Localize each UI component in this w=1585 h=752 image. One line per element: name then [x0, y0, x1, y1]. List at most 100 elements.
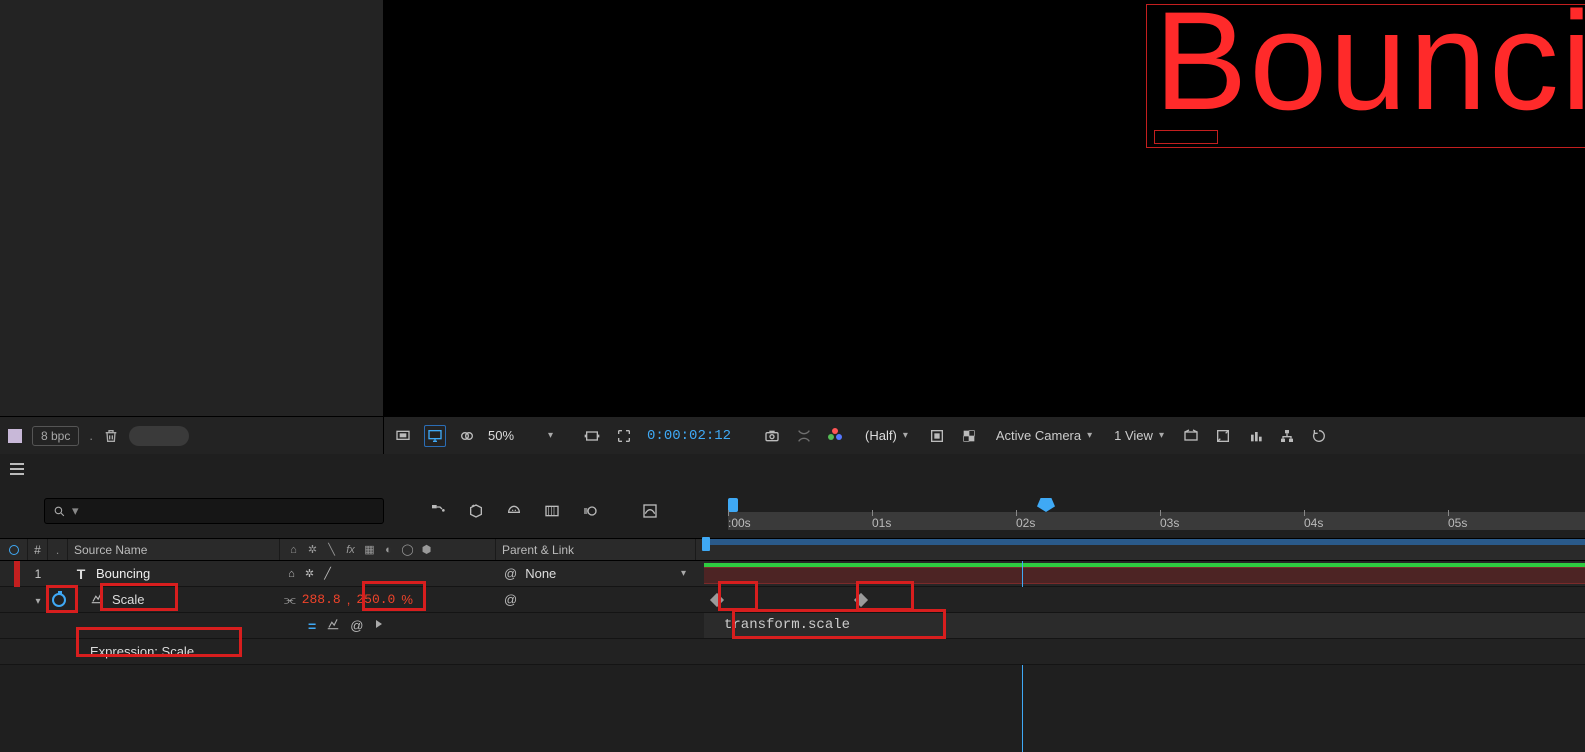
- work-area-bar[interactable]: [696, 539, 1585, 560]
- keyframe-diamond[interactable]: [710, 593, 724, 607]
- canvas-text-layer[interactable]: Bouncing: [1154, 0, 1585, 142]
- col-av-header[interactable]: [0, 539, 28, 560]
- expression-text[interactable]: transform.scale: [724, 617, 850, 633]
- ruler-tick[interactable]: 01s: [872, 516, 891, 530]
- stopwatch-icon: [52, 593, 66, 607]
- graph-icon[interactable]: [90, 591, 104, 608]
- scale-x-value[interactable]: 288.8: [302, 592, 341, 607]
- shy-switch[interactable]: ⌂: [284, 566, 299, 581]
- channel-icon[interactable]: [825, 425, 847, 447]
- current-time-indicator[interactable]: [1035, 498, 1057, 516]
- ruler-tick[interactable]: 05s: [1448, 516, 1467, 530]
- bit-depth-swatch[interactable]: [8, 429, 22, 443]
- shy-switch-header-icon[interactable]: ⌂: [286, 542, 301, 557]
- layer-index: 1: [35, 567, 42, 581]
- zoom-level[interactable]: 50%: [488, 428, 538, 443]
- collapse-switch-header-icon[interactable]: ✲: [305, 542, 320, 557]
- current-timecode[interactable]: 0:00:02:12: [645, 428, 733, 444]
- property-scale-label[interactable]: Scale: [112, 592, 145, 607]
- col-index-header[interactable]: #: [34, 543, 41, 557]
- parent-value[interactable]: None: [525, 566, 556, 581]
- show-snapshot-icon[interactable]: [793, 425, 815, 447]
- motion-blur-icon[interactable]: [578, 499, 602, 523]
- col-label-header[interactable]: .: [48, 539, 68, 560]
- frame-blend-icon[interactable]: [540, 499, 564, 523]
- motion-blur-header-icon[interactable]: ◐: [381, 542, 396, 557]
- panel-divider-bar[interactable]: [0, 454, 1585, 484]
- time-ruler[interactable]: :00s 01s 02s 03s 04s 05s: [720, 484, 1585, 538]
- roi-icon[interactable]: [613, 425, 635, 447]
- layer-name[interactable]: Bouncing: [96, 566, 150, 581]
- layer-duration-bar[interactable]: [704, 567, 1585, 584]
- flowchart-icon[interactable]: [1276, 425, 1298, 447]
- ruler-tick[interactable]: :00s: [728, 516, 751, 530]
- ruler-tick[interactable]: 03s: [1160, 516, 1179, 530]
- chevron-down-icon[interactable]: ▾: [548, 430, 553, 441]
- expression-label[interactable]: Expression: Scale: [90, 644, 194, 659]
- pixel-aspect-icon[interactable]: [1212, 425, 1234, 447]
- search-divider: ▾: [72, 503, 79, 519]
- layer-label-color[interactable]: [14, 561, 20, 587]
- col-source-name-header[interactable]: Source Name: [74, 543, 147, 557]
- composition-preview-panel: Bouncing 50% ▾ 0:00:02:12 (Half) ▾: [384, 0, 1585, 454]
- ruler-tick[interactable]: 02s: [1016, 516, 1035, 530]
- scale-keyframe-track[interactable]: [696, 587, 1585, 612]
- resolution-dropdown[interactable]: (Half) ▾: [857, 426, 916, 445]
- property-pickwhip-icon[interactable]: @: [504, 592, 517, 607]
- search-icon: [53, 505, 66, 518]
- preview-toolbar: 50% ▾ 0:00:02:12 (Half) ▾ Active Camera: [384, 416, 1585, 454]
- quality-switch-header-icon[interactable]: ╲: [324, 542, 339, 557]
- chevron-down-icon: ▾: [1159, 430, 1164, 441]
- expression-enable-icon[interactable]: =: [308, 618, 316, 634]
- project-footer-dot: .: [89, 428, 93, 443]
- adjustment-header-icon[interactable]: ◯: [400, 542, 415, 557]
- layer-row[interactable]: 1 T Bouncing ⌂ ✲ ╱ @: [0, 561, 1585, 587]
- trash-icon[interactable]: [103, 428, 119, 444]
- expression-controls-row: = @ transform.scale: [0, 613, 1585, 639]
- view-options-icon[interactable]: [1180, 425, 1202, 447]
- frame-blend-header-icon[interactable]: ▦: [362, 542, 377, 557]
- keyframe-diamond[interactable]: [854, 593, 868, 607]
- parent-pickwhip-icon[interactable]: @: [504, 566, 517, 581]
- constrain-proportions-icon[interactable]: ⫘: [284, 592, 296, 608]
- panel-menu-icon[interactable]: [10, 463, 24, 475]
- scale-y-value[interactable]: 250.0: [356, 592, 395, 607]
- resolution-icon[interactable]: [581, 425, 603, 447]
- chevron-down-icon[interactable]: ▾: [681, 568, 686, 579]
- property-scale-row[interactable]: ▾ Scale ⫘ 288.8 , 250.0 % @: [0, 587, 1585, 613]
- composition-canvas[interactable]: Bouncing: [384, 0, 1585, 416]
- monitor-icon[interactable]: [424, 425, 446, 447]
- twirl-down-icon[interactable]: ▾: [35, 596, 40, 607]
- fast-previews-icon[interactable]: [926, 425, 948, 447]
- adjust-exposure-icon[interactable]: [1244, 425, 1266, 447]
- shy-icon[interactable]: [502, 499, 526, 523]
- reset-exposure-icon[interactable]: [1308, 425, 1330, 447]
- scale-percent: %: [401, 592, 413, 607]
- timeline-search[interactable]: ▾: [44, 498, 384, 524]
- project-footer-pill[interactable]: [129, 426, 189, 446]
- expression-language-menu-icon[interactable]: [373, 618, 385, 633]
- work-area-handle[interactable]: [702, 537, 710, 551]
- bit-depth-indicator[interactable]: 8 bpc: [32, 426, 79, 446]
- quality-switch[interactable]: ╱: [320, 566, 335, 581]
- draft-3d-icon[interactable]: [464, 499, 488, 523]
- col-parent-link-header[interactable]: Parent & Link: [502, 543, 574, 557]
- snapshot-icon[interactable]: [761, 425, 783, 447]
- views-dropdown[interactable]: 1 View ▾: [1108, 426, 1170, 445]
- 3d-header-icon[interactable]: ⬢: [419, 542, 434, 557]
- collapse-switch[interactable]: ✲: [302, 566, 317, 581]
- expression-pickwhip-icon[interactable]: @: [350, 618, 363, 633]
- stopwatch-button[interactable]: [48, 589, 70, 611]
- graph-editor-icon[interactable]: [638, 499, 662, 523]
- comp-mini-flowchart-icon[interactable]: [426, 499, 450, 523]
- mask-icon[interactable]: [456, 425, 478, 447]
- camera-dropdown[interactable]: Active Camera ▾: [990, 426, 1098, 445]
- work-area-start-handle[interactable]: [728, 498, 738, 512]
- always-preview-icon[interactable]: [392, 425, 414, 447]
- project-panel[interactable]: 8 bpc .: [0, 0, 384, 454]
- fx-switch-header-icon[interactable]: fx: [343, 542, 358, 557]
- timeline-panel: ▾ :00s 01s 02s 03s 04s 05s: [0, 484, 1585, 752]
- ruler-tick[interactable]: 04s: [1304, 516, 1323, 530]
- expression-graph-icon[interactable]: [326, 617, 340, 634]
- transparency-grid-icon[interactable]: [958, 425, 980, 447]
